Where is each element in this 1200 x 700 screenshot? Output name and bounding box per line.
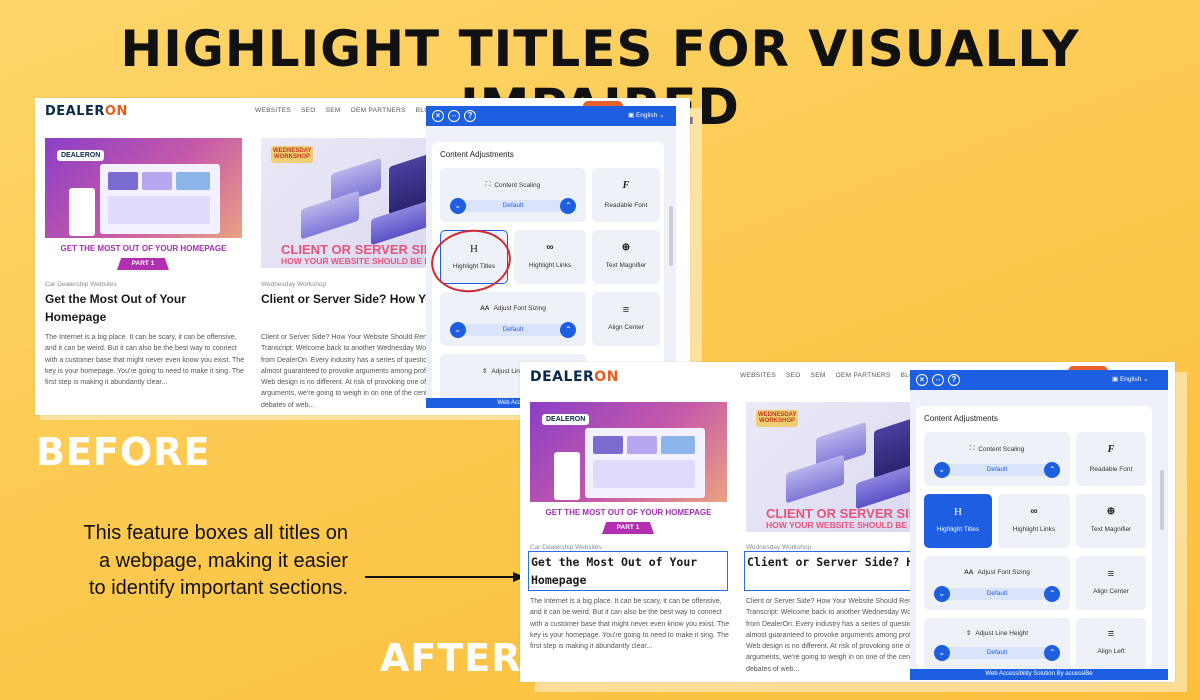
line-height-icon: ⇕ bbox=[481, 368, 488, 375]
text-magnifier-tile[interactable]: ⊕ Text Magnifier bbox=[592, 230, 660, 284]
adjust-line-height-tile: ⇕ Adjust Line Height ⌄ Default ⌃ bbox=[924, 618, 1070, 672]
dealeron-logo[interactable]: DEALERON bbox=[530, 369, 619, 385]
article-title-highlighted[interactable]: Get the Most Out of Your Homepage bbox=[528, 551, 728, 591]
highlight-links-tile[interactable]: ∞ Highlight Links bbox=[514, 230, 586, 284]
feature-explanation: This feature boxes all titles on a webpa… bbox=[83, 522, 348, 600]
scaling-icon: ⛶ bbox=[485, 181, 491, 188]
nav-sem[interactable]: SEM bbox=[326, 107, 341, 114]
heading-icon: H bbox=[954, 506, 962, 518]
help-icon[interactable]: ? bbox=[948, 374, 960, 386]
nav-seo[interactable]: SEO bbox=[301, 107, 316, 114]
article-category[interactable]: Wednesday Workshop bbox=[261, 281, 326, 288]
align-center-tile[interactable]: ≡ Align Center bbox=[592, 292, 660, 346]
widget-scrollbar[interactable] bbox=[669, 206, 673, 266]
content-adjustments-panel: Content Adjustments ⛶ Content Scaling ⌄ D… bbox=[916, 406, 1152, 672]
help-icon[interactable]: ? bbox=[464, 110, 476, 122]
thumbnail-promo-title: GET THE MOST OUT OF YOUR HOMEPAGE bbox=[545, 508, 712, 517]
line-height-icon: ⇕ bbox=[965, 630, 972, 637]
align-center-icon: ≡ bbox=[622, 304, 630, 316]
font-icon: F bbox=[1107, 444, 1115, 455]
highlight-links-tile[interactable]: ∞ Highlight Links bbox=[998, 494, 1070, 548]
increase-icon[interactable]: ⌃ bbox=[1044, 462, 1061, 478]
thumbnail-logo: DEALERON bbox=[57, 150, 105, 161]
phone-illustration bbox=[554, 452, 580, 500]
widget-topbar: × ↔ ? ▣ English ⌄ bbox=[426, 106, 676, 126]
nav-websites[interactable]: WEBSITES bbox=[740, 372, 776, 379]
before-label: BEFORE bbox=[36, 430, 211, 474]
content-scaling-stepper[interactable]: ⌄ Default ⌃ bbox=[449, 198, 577, 214]
font-size-icon: AΑ bbox=[480, 305, 490, 312]
thumbnail-promo-title: GET THE MOST OUT OF YOUR HOMEPAGE bbox=[60, 244, 227, 253]
font-sizing-stepper[interactable]: ⌄ Default ⌃ bbox=[933, 586, 1061, 602]
line-height-stepper[interactable]: ⌄ Default ⌃ bbox=[933, 645, 1061, 661]
thumbnail-part-label: PART 1 bbox=[117, 258, 169, 270]
wednesday-workshop-tag: WEDNESDAY WORKSHOP bbox=[271, 146, 313, 163]
close-icon[interactable]: × bbox=[916, 374, 928, 386]
article-category[interactable]: Wednesday Workshop bbox=[746, 544, 811, 551]
nav-websites[interactable]: WEBSITES bbox=[255, 107, 291, 114]
link-icon: ∞ bbox=[546, 242, 554, 253]
after-screenshot: DEALERON WEBSITES SEO SEM OEM PARTNERS B… bbox=[520, 362, 1175, 682]
arrow-icon bbox=[365, 572, 525, 582]
site-nav: WEBSITES SEO SEM OEM PARTNERS BLOG JO bbox=[740, 372, 939, 379]
site-nav: WEBSITES SEO SEM OEM PARTNERS BLOG bbox=[255, 107, 435, 114]
phone-illustration bbox=[69, 188, 95, 236]
language-select[interactable]: ▣ English ⌄ bbox=[1112, 375, 1149, 383]
increase-icon[interactable]: ⌃ bbox=[560, 198, 577, 214]
tile-label: Content Scaling bbox=[494, 181, 541, 189]
font-size-icon: AΑ bbox=[964, 569, 974, 576]
text-magnifier-tile[interactable]: ⊕ Text Magnifier bbox=[1076, 494, 1146, 548]
after-label: AFTER bbox=[380, 636, 522, 680]
scaling-icon: ⛶ bbox=[969, 445, 975, 452]
laptop-illustration bbox=[585, 428, 705, 498]
highlight-titles-tile-active[interactable]: H Highlight Titles bbox=[924, 494, 992, 548]
readable-font-tile[interactable]: F Readable Font bbox=[1076, 432, 1146, 486]
close-icon[interactable]: × bbox=[432, 110, 444, 122]
widget-footer[interactable]: Web Accessibility Solution By accessiBe bbox=[910, 669, 1168, 680]
accessibility-widget: × ↔ ? ▣ English ⌄ Content Adjustments ⛶ C… bbox=[910, 370, 1168, 680]
move-icon[interactable]: ↔ bbox=[932, 374, 944, 386]
align-center-tile[interactable]: ≡ Align Center bbox=[1076, 556, 1146, 610]
align-center-icon: ≡ bbox=[1107, 568, 1115, 580]
content-scaling-tile: ⛶ Content Scaling ⌄ Default ⌃ bbox=[440, 168, 586, 222]
increase-icon[interactable]: ⌃ bbox=[560, 322, 577, 338]
nav-oem-partners[interactable]: OEM PARTNERS bbox=[836, 372, 891, 379]
article-category[interactable]: Car Dealership Websites bbox=[45, 281, 117, 288]
laptop-illustration bbox=[100, 164, 220, 234]
nav-sem[interactable]: SEM bbox=[811, 372, 826, 379]
section-title: Content Adjustments bbox=[440, 150, 514, 159]
section-title: Content Adjustments bbox=[924, 414, 998, 423]
article-excerpt: The Internet is a big place. It can be s… bbox=[45, 334, 245, 387]
wednesday-workshop-tag: WEDNESDAY WORKSHOP bbox=[756, 410, 798, 427]
magnifier-icon: ⊕ bbox=[1106, 506, 1116, 517]
article-category[interactable]: Car Dealership Websites bbox=[530, 544, 602, 551]
increase-icon[interactable]: ⌃ bbox=[1044, 586, 1061, 602]
content-scaling-stepper[interactable]: ⌄ Default ⌃ bbox=[933, 462, 1061, 478]
align-left-icon: ≡ bbox=[1107, 628, 1115, 640]
adjust-font-sizing-tile: AΑ Adjust Font Sizing ⌄ Default ⌃ bbox=[924, 556, 1070, 610]
thumbnail-logo: DEALERON bbox=[542, 414, 590, 425]
align-left-tile[interactable]: ≡ Align Left bbox=[1076, 618, 1146, 672]
content-scaling-tile: ⛶ Content Scaling ⌄ Default ⌃ bbox=[924, 432, 1070, 486]
nav-seo[interactable]: SEO bbox=[786, 372, 801, 379]
adjust-font-sizing-tile: AΑ Adjust Font Sizing ⌄ Default ⌃ bbox=[440, 292, 586, 346]
font-icon: F bbox=[622, 180, 630, 191]
readable-font-tile[interactable]: F Readable Font bbox=[592, 168, 660, 222]
language-select[interactable]: ▣ English ⌄ bbox=[628, 111, 665, 119]
magnifier-icon: ⊕ bbox=[621, 242, 631, 253]
font-sizing-stepper[interactable]: ⌄ Default ⌃ bbox=[449, 322, 577, 338]
link-icon: ∞ bbox=[1030, 506, 1038, 517]
article-title[interactable]: Get the Most Out of Your Homepage bbox=[45, 290, 215, 326]
article-excerpt: The Internet is a big place. It can be s… bbox=[530, 598, 730, 651]
dealeron-logo[interactable]: DEALERON bbox=[45, 104, 128, 119]
thumbnail-part-label: PART 1 bbox=[602, 522, 654, 534]
widget-scrollbar[interactable] bbox=[1160, 470, 1164, 530]
increase-icon[interactable]: ⌃ bbox=[1044, 645, 1061, 661]
nav-oem-partners[interactable]: OEM PARTNERS bbox=[351, 107, 406, 114]
widget-topbar: × ↔ ? ▣ English ⌄ bbox=[910, 370, 1168, 390]
move-icon[interactable]: ↔ bbox=[448, 110, 460, 122]
thumbnail-title: CLIENT OR SERVER SIDE? bbox=[281, 242, 450, 257]
